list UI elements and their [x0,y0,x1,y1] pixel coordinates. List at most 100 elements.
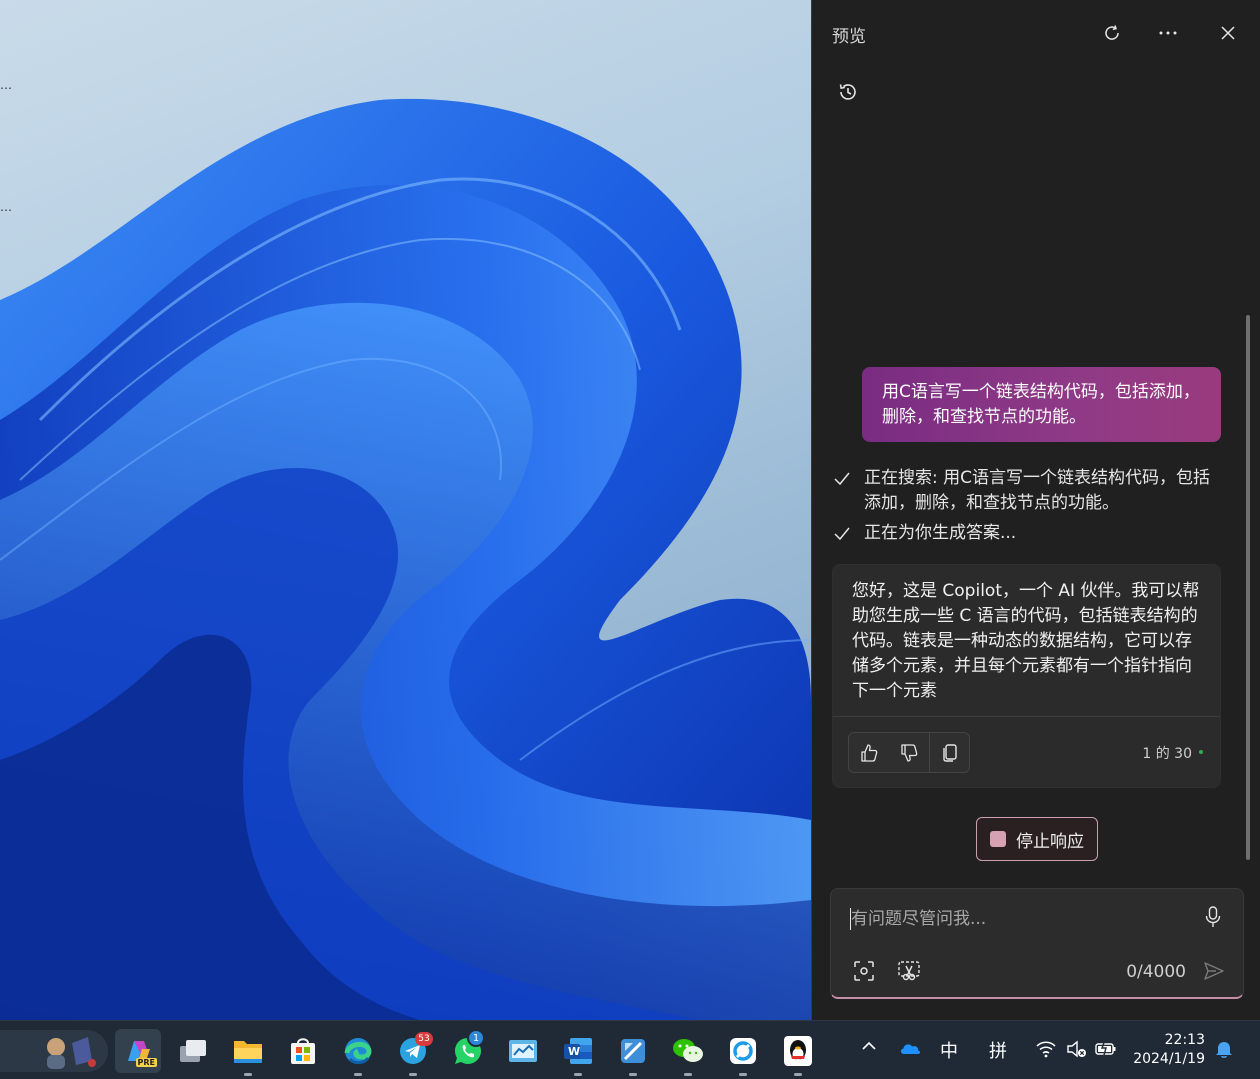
desktop-icon-label[interactable] [0,200,12,216]
screenshot-icon [854,961,874,981]
volume-button[interactable] [1066,1040,1088,1058]
desktop-wallpaper [0,0,811,1020]
wifi-icon [1036,1041,1056,1058]
refresh-icon [1105,25,1119,40]
copy-icon [942,743,957,762]
widgets-icon [47,1037,96,1069]
status-text: 正在搜索: 用C语言写一个链表结构代码，包括添加，删除，和查找节点的功能。 [864,468,1211,513]
taskbar-app-word[interactable]: W [555,1029,601,1076]
taskbar-app-telegram[interactable]: 53 [390,1029,436,1076]
ime-pinyin-button[interactable]: 拼 [989,1037,1007,1063]
taskbar-app-qq[interactable] [775,1029,821,1076]
running-indicator [794,1073,802,1076]
qq-icon [784,1036,812,1066]
check-icon [834,521,864,549]
send-button[interactable] [1200,957,1228,985]
running-indicator [684,1073,692,1076]
running-indicator [354,1073,362,1076]
task-view-icon [180,1040,206,1062]
taskbar-app-task-view[interactable] [170,1029,216,1073]
bell-icon [1216,1042,1232,1058]
snip-icon [898,961,920,981]
thumbs-down-icon [901,743,918,762]
taskbar-app-wechat[interactable] [665,1029,711,1076]
preview-tag: PRE [135,1058,157,1067]
sync-icon [730,1038,756,1064]
thumbs-up-button[interactable] [849,733,889,772]
stop-label: 停止响应 [1016,831,1084,852]
taskbar: PRE 53 1 W 中 拼 22:13 2024/1/19 [0,1020,1260,1079]
microphone-icon [1205,906,1221,927]
wechat-icon [673,1039,703,1062]
history-icon [839,84,856,100]
taskbar-app-edge[interactable] [335,1029,381,1076]
taskbar-app-whatsapp[interactable]: 1 [445,1029,491,1073]
dashboard-icon [509,1040,537,1062]
close-icon [1221,26,1235,40]
onedrive-icon [900,1044,921,1054]
refresh-button[interactable] [1097,18,1127,48]
user-message-bubble: 用C语言写一个链表结构代码，包括添加，删除，和查找节点的功能。 [862,367,1221,442]
taskbar-app-dashboard[interactable] [500,1029,546,1073]
status-generating: 正在为你生成答案... [834,521,1224,549]
divider [833,716,1220,717]
history-button[interactable] [834,78,862,106]
bloom-wallpaper [0,99,811,1020]
edge-icon [344,1038,372,1065]
desktop-icon-label[interactable] [0,78,12,94]
stop-icon [990,831,1006,847]
more-options-button[interactable] [1153,18,1183,48]
app-icon [621,1039,645,1063]
check-icon [834,466,864,494]
store-icon [291,1038,315,1064]
battery-charging-icon [1095,1040,1116,1056]
composer: 0/4000 [830,888,1244,999]
taskbar-app-microsoft-store[interactable] [280,1029,326,1073]
ime-mode-button[interactable]: 中 [940,1037,958,1063]
show-hidden-icons-button[interactable] [861,1041,877,1051]
battery-button[interactable] [1095,1040,1117,1056]
status-text: 正在为你生成答案... [864,523,1017,543]
running-indicator [629,1073,637,1076]
thumbs-down-button[interactable] [889,733,929,772]
feedback-group [848,732,970,773]
taskbar-app-utility[interactable] [610,1029,656,1076]
microphone-button[interactable] [1199,903,1227,931]
running-indicator [574,1073,582,1076]
more-icon [1159,31,1177,35]
assistant-message-card: 您好，这是 Copilot，一个 AI 伙伴。我可以帮助您生成一些 C 语言的代… [832,564,1221,788]
close-button[interactable] [1213,18,1243,48]
chat-input[interactable] [851,906,1181,932]
clock-date: 2024/1/19 [1133,1051,1205,1067]
stop-responding-button[interactable]: 停止响应 [976,817,1098,861]
turn-counter: 1 的 30 [1142,746,1192,762]
clock[interactable]: 22:13 2024/1/19 [1133,1031,1205,1069]
taskbar-app-file-explorer[interactable] [225,1029,271,1076]
panel-title: 预览 [832,27,866,47]
scrollbar[interactable] [1246,315,1250,860]
volume-muted-icon [1067,1040,1086,1058]
onedrive-button[interactable] [899,1041,921,1055]
running-indicator [739,1073,747,1076]
character-count: 0/4000 [1126,962,1186,982]
copy-button[interactable] [929,733,969,772]
chevron-up-icon [862,1041,876,1050]
copilot-panel: 预览 用C语言写一个链表结构代码，包括添加，删除，和查找节点的功能。 正在搜索:… [811,0,1260,1020]
screenshot-button[interactable] [850,957,878,985]
snip-button[interactable] [895,957,923,985]
status-searching: 正在搜索: 用C语言写一个链表结构代码，包括添加，删除，和查找节点的功能。 [834,466,1224,516]
network-button[interactable] [1035,1040,1057,1058]
running-indicator [409,1073,417,1076]
taskbar-app-copilot[interactable]: PRE [115,1029,161,1073]
assistant-message-text: 您好，这是 Copilot，一个 AI 伙伴。我可以帮助您生成一些 C 语言的代… [852,581,1200,701]
thumbs-up-icon [861,743,878,762]
taskbar-app-sync[interactable] [720,1029,766,1076]
notification-badge: 1 [467,1029,485,1047]
running-indicator [244,1073,252,1076]
clock-time: 22:13 [1164,1032,1205,1048]
word-letter: W [568,1045,581,1058]
notifications-button[interactable] [1214,1039,1234,1059]
folder-icon [234,1041,262,1063]
send-icon [1204,962,1224,980]
widgets-button[interactable] [0,1030,108,1072]
